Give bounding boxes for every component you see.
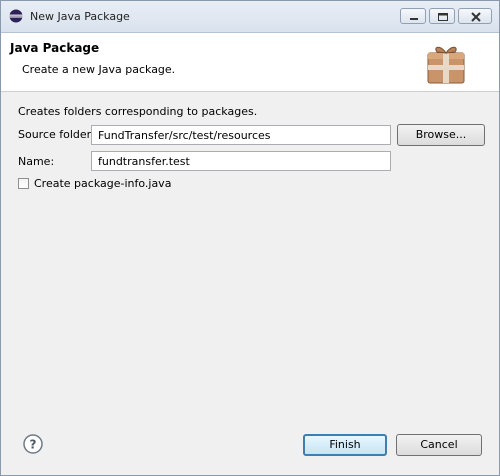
finish-button[interactable]: Finish (303, 434, 387, 456)
title-bar[interactable]: New Java Package (1, 1, 499, 33)
close-icon (471, 12, 481, 22)
maximize-button[interactable] (429, 8, 455, 24)
eclipse-icon (9, 9, 23, 23)
banner-description: Create a new Java package. (22, 63, 176, 76)
wizard-banner: Java Package Create a new Java package. (1, 33, 499, 92)
source-folder-label: Source folder: (18, 128, 95, 141)
minimize-button[interactable] (400, 8, 426, 24)
name-input[interactable] (91, 151, 391, 171)
form-hint: Creates folders corresponding to package… (18, 105, 258, 118)
minimize-icon (410, 18, 418, 20)
new-java-package-dialog: New Java Package Java Package Create a n… (0, 0, 500, 476)
package-info-label[interactable]: Create package-info.java (34, 177, 171, 190)
package-icon (427, 46, 465, 84)
source-folder-input[interactable] (91, 125, 391, 145)
banner-title: Java Package (10, 41, 100, 55)
maximize-icon (438, 13, 448, 21)
svg-text:?: ? (30, 438, 37, 452)
close-button[interactable] (458, 8, 492, 24)
cancel-button[interactable]: Cancel (396, 434, 482, 456)
window-title: New Java Package (30, 10, 130, 23)
browse-button[interactable]: Browse... (397, 124, 485, 146)
package-info-checkbox[interactable] (18, 178, 29, 189)
help-icon[interactable]: ? (23, 434, 43, 454)
name-label: Name: (18, 155, 55, 168)
